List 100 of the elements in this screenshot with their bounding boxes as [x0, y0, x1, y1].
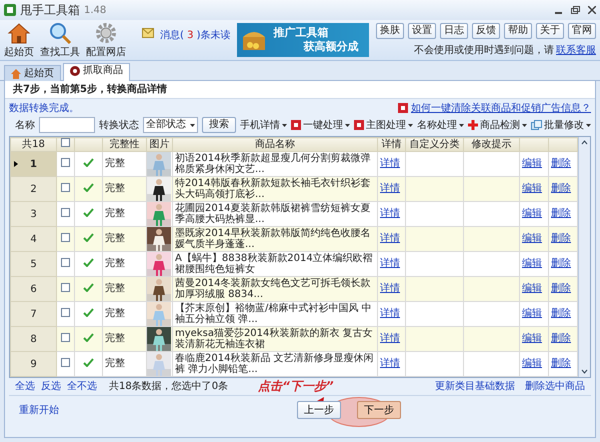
checkbox[interactable]: [61, 258, 70, 266]
row-number: 8: [10, 326, 56, 352]
search-icon: [48, 22, 72, 44]
top-button[interactable]: 关于: [536, 23, 564, 39]
action-menu[interactable]: 商品检测: [468, 118, 527, 132]
name-label: 名称: [15, 119, 35, 132]
table-cell: 完整: [102, 352, 146, 376]
checkbox[interactable]: [61, 232, 70, 242]
table-cell: 完整: [102, 276, 146, 302]
house-icon: [11, 68, 21, 78]
row-number: 2: [10, 176, 56, 202]
action-menu[interactable]: 名称处理: [417, 118, 464, 132]
selection-link[interactable]: 反选: [41, 380, 61, 393]
promo-banner[interactable]: 推广工具箱 获高额分成: [237, 23, 370, 57]
product-name: 特2014韩版春秋新款短款长袖毛衣针织衫套头大码高领打底衫...: [175, 178, 372, 200]
product-name: 【芥末原创】裕物蓝/棉麻中式衬衫中国风 中袖五分袖立领 弹...: [175, 303, 373, 325]
column-header: 自定义分类: [406, 138, 464, 152]
column-header: 修改提示: [464, 138, 520, 152]
tab[interactable]: 起始页: [4, 65, 61, 81]
current-row-icon: [14, 161, 18, 167]
search-button[interactable]: 搜索: [202, 117, 236, 133]
top-button[interactable]: 官网: [568, 23, 596, 39]
checkbox[interactable]: [61, 308, 70, 316]
top-button[interactable]: 日志: [440, 23, 468, 39]
product-name: 初语2014秋季新款超显瘦几何分割剪裁微弹棉质紧身休闲文艺...: [175, 153, 372, 175]
action-menu[interactable]: 一键处理: [291, 118, 350, 132]
caret-icon: [459, 124, 464, 126]
previous-button[interactable]: 上一步: [297, 401, 341, 419]
column-header: 商品名称: [172, 138, 378, 152]
envelope-icon: [142, 28, 154, 38]
caret-icon: [522, 124, 527, 126]
product-name: A【蜗牛】8838秋装新款2014立体编织欧褶裙腰围纯色短裤女: [175, 253, 374, 275]
top-button[interactable]: 帮助: [504, 23, 532, 39]
row-number: 9: [10, 352, 56, 376]
row-number: 1: [10, 152, 56, 176]
step-text: 共7步，当前第5步，转换商品详情: [5, 81, 595, 99]
checkbox[interactable]: [61, 358, 70, 366]
house-icon: [7, 22, 31, 44]
row-number: 5: [10, 252, 56, 276]
action-menu[interactable]: 批量修改: [531, 118, 591, 132]
message-text[interactable]: 消息( 3 )条未读: [160, 28, 231, 42]
name-field[interactable]: [39, 117, 95, 133]
contact-link[interactable]: 联系客服: [556, 43, 596, 57]
table-cell: 完整: [102, 226, 146, 252]
table-cell: 完整: [102, 326, 146, 352]
new-icon: [354, 120, 364, 130]
toolbar-button[interactable]: 配置网店: [86, 22, 126, 58]
data-link[interactable]: 删除选中商品: [525, 380, 585, 393]
count-text: 共18条数据，您选中了0条: [109, 380, 228, 393]
caret-icon: [282, 124, 287, 126]
status-dropdown[interactable]: 全部状态: [143, 117, 198, 133]
status-label: 转换状态: [99, 118, 139, 132]
window-title: 甩手工具箱: [20, 2, 80, 18]
row-number: 4: [10, 226, 56, 252]
restore-icon[interactable]: [571, 6, 580, 14]
toolbar-button[interactable]: 起始页: [4, 22, 34, 58]
product-name: 春临鹿2014秋装新品 文艺清新修身显瘦休闲裤 弹力小脚铅笔...: [175, 353, 375, 375]
checkbox[interactable]: [61, 282, 70, 292]
checkbox[interactable]: [61, 158, 70, 166]
table-cell: 完整: [102, 302, 146, 326]
data-link[interactable]: 更新类目基础数据: [435, 380, 515, 393]
table-cell: 完整: [102, 152, 146, 176]
selection-link[interactable]: 全选: [15, 380, 35, 393]
table-cell: 完整: [102, 202, 146, 226]
help-text: 不会使用或使用时遇到问题，请: [414, 44, 554, 57]
checkbox[interactable]: [61, 138, 70, 147]
product-name: myeksa猫爱莎2014秋装新款的新衣 复古女装清新花无袖连衣裙: [175, 328, 374, 350]
row-number: 3: [10, 202, 56, 226]
toolbar-button[interactable]: 查找工具: [40, 22, 80, 58]
app-logo-icon: [4, 4, 16, 16]
gear-icon: [94, 22, 118, 44]
checkbox[interactable]: [61, 332, 70, 342]
selection-link[interactable]: 全不选: [67, 380, 97, 393]
table-cell: 完整: [102, 176, 146, 202]
action-menu[interactable]: 主图处理: [354, 118, 413, 132]
checkbox[interactable]: [61, 182, 70, 192]
cross-icon: [468, 120, 478, 130]
close-icon[interactable]: [588, 6, 596, 14]
top-button[interactable]: 换肤: [376, 23, 404, 39]
caret-icon: [408, 124, 413, 126]
product-name: 墨既家2014早秋装新款韩版简约纯色收腰名媛气质半身蓬蓬...: [175, 228, 372, 250]
column-header: 图片: [146, 138, 172, 152]
version-label: 1.48: [84, 4, 106, 16]
scrollbar[interactable]: [578, 137, 590, 377]
next-button[interactable]: 下一步: [357, 401, 401, 419]
help-link[interactable]: 如何一键清除关联商品和促销广告信息？: [411, 101, 591, 115]
caret-icon: [345, 124, 350, 126]
table-cell: 完整: [102, 252, 146, 276]
restart-link[interactable]: 重新开始: [19, 403, 59, 417]
action-menu[interactable]: 手机详情: [240, 118, 287, 132]
caret-icon: [586, 124, 591, 126]
caret-icon: [190, 124, 195, 126]
product-name: 茜曼2014冬装新款女纯色文艺可拆毛领长款加厚羽绒服 8834...: [175, 278, 372, 300]
top-button[interactable]: 反馈: [472, 23, 500, 39]
top-button[interactable]: 设置: [408, 23, 436, 39]
new-icon: [291, 120, 301, 130]
checkbox[interactable]: [61, 208, 70, 216]
tab[interactable]: 抓取商品: [63, 63, 130, 81]
column-header: 详情: [378, 138, 406, 152]
row-number: 7: [10, 302, 56, 326]
